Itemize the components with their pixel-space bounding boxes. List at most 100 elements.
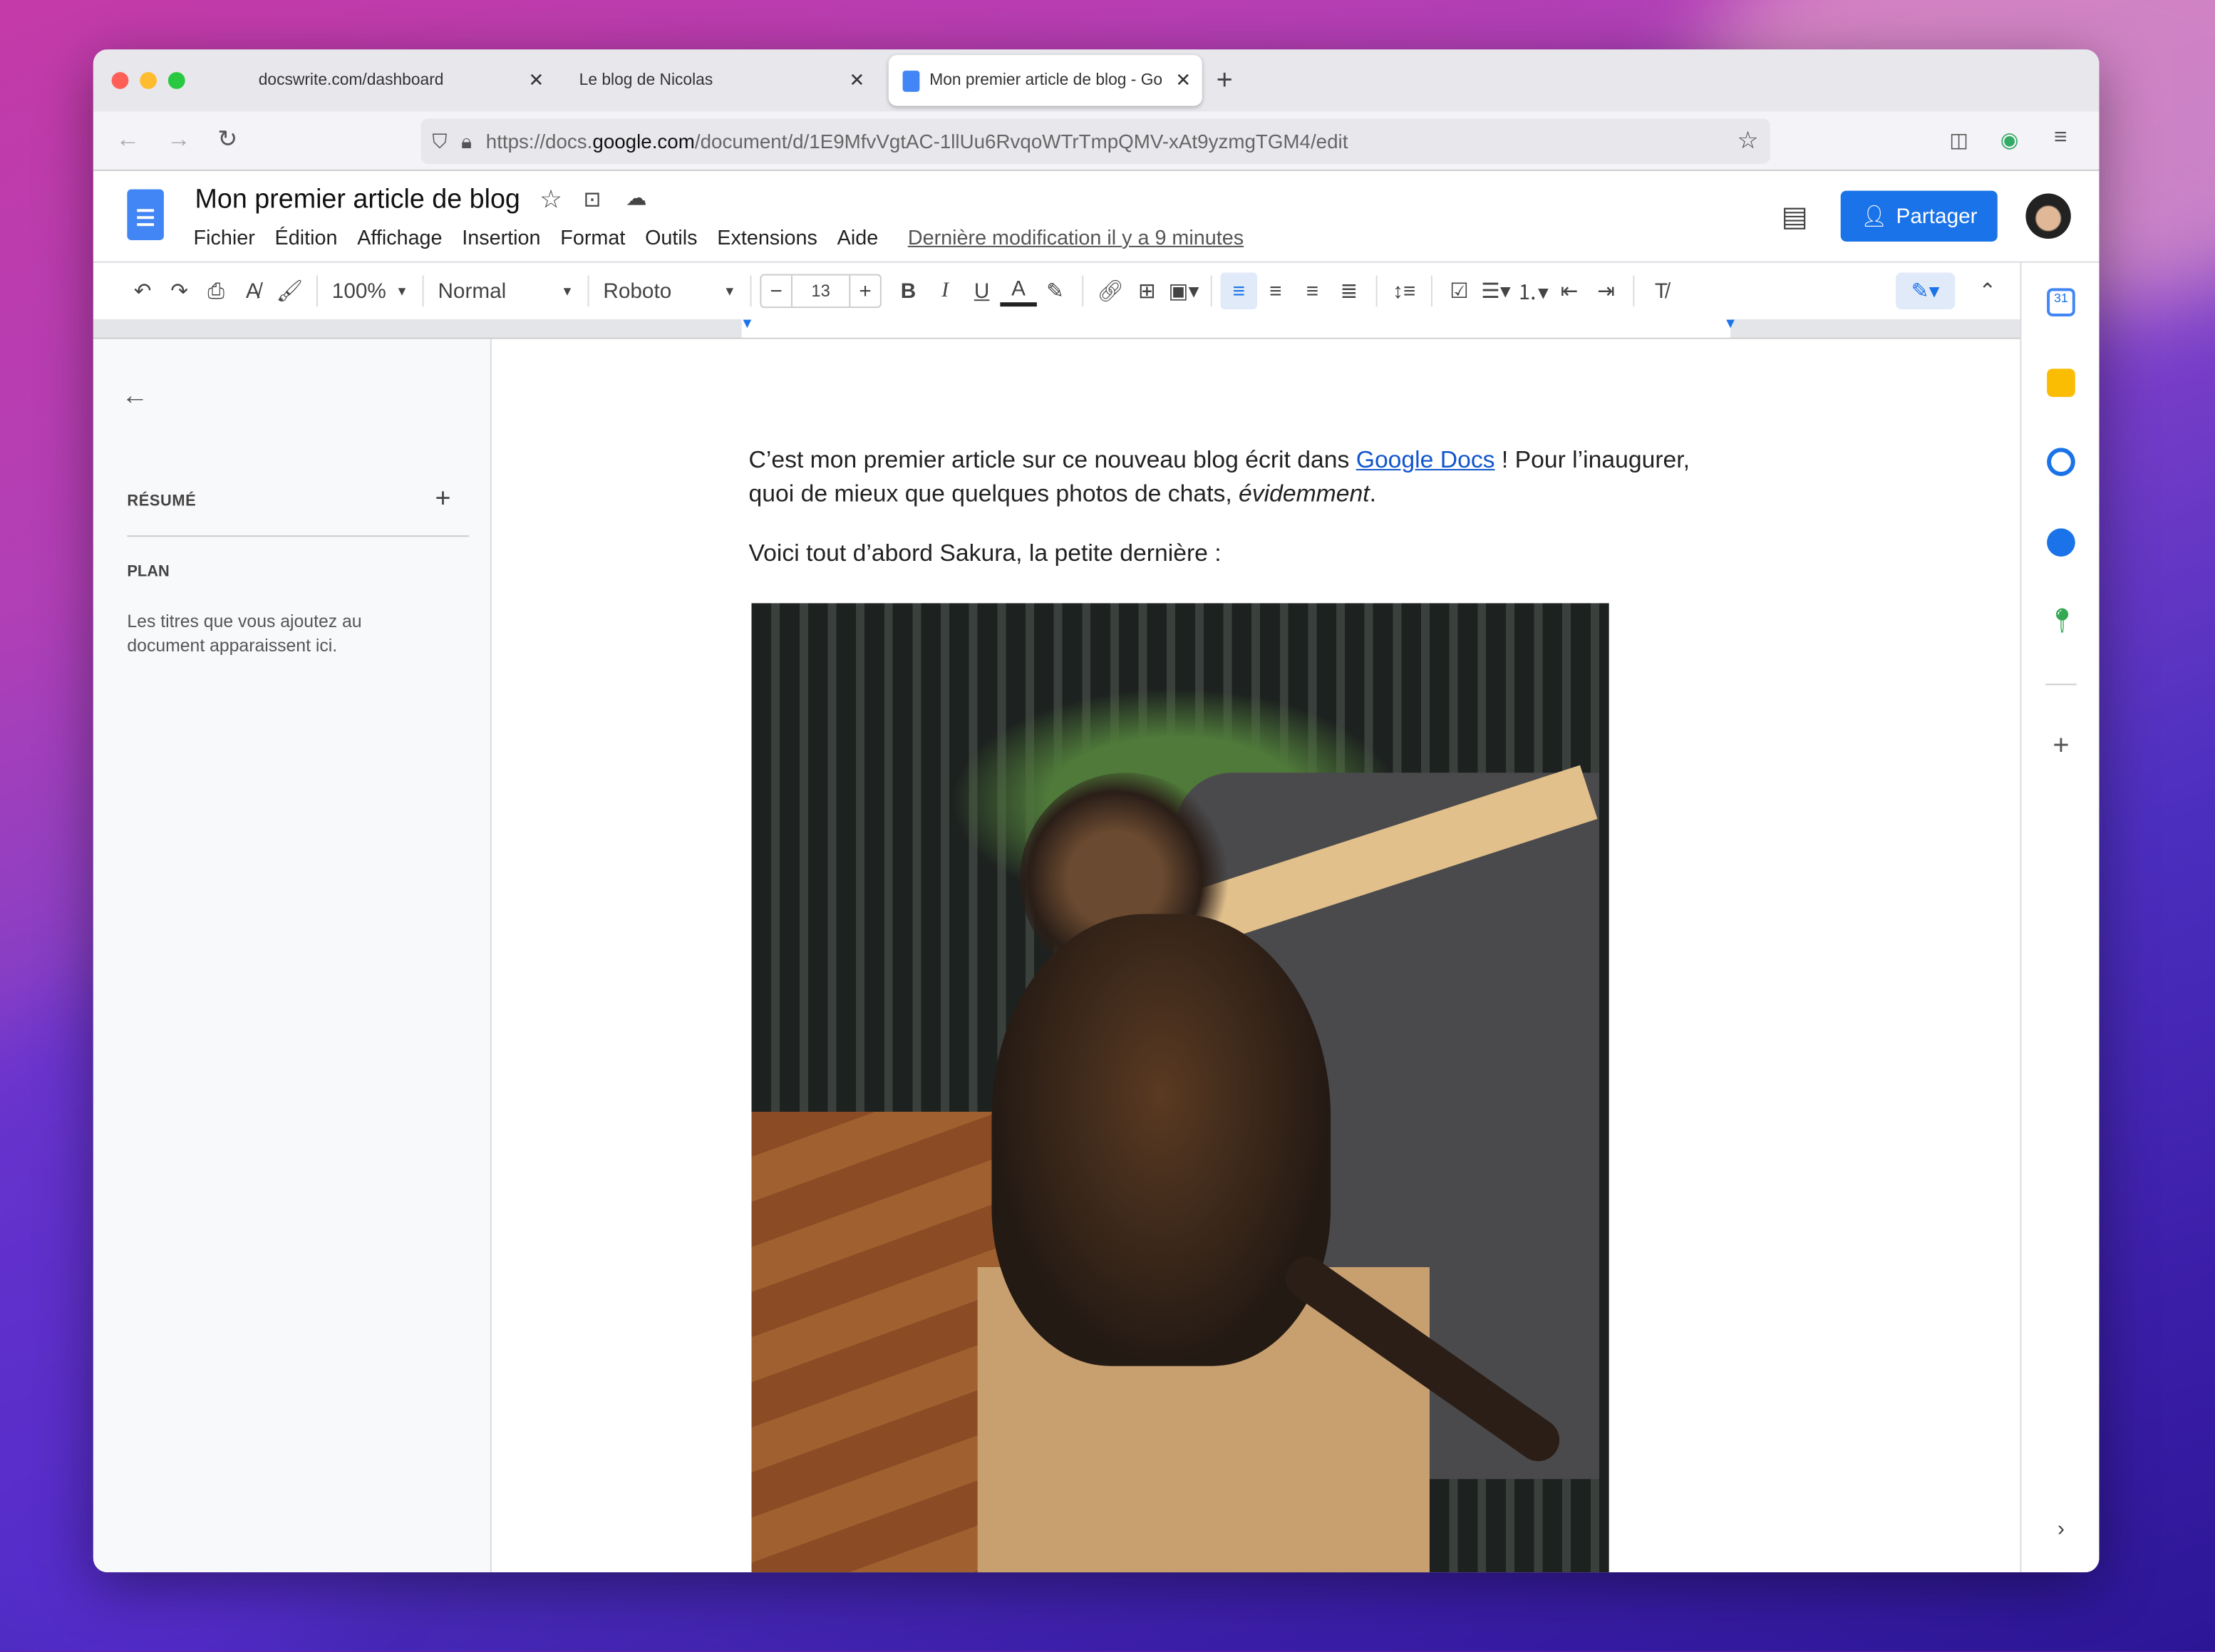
plan-hint: Les titres que vous ajoutez au document … <box>127 611 362 656</box>
docs-header: Mon premier article de blog ☆ ⊡ ☁ Fichie… <box>93 171 2100 263</box>
font-select[interactable]: Roboto ▼ <box>597 273 741 310</box>
cat-photo[interactable] <box>751 603 1609 1573</box>
right-indent-marker-icon[interactable]: ▼ <box>1723 316 1738 332</box>
numbered-list-icon[interactable]: ⒈▾ <box>1514 273 1551 310</box>
tasks-icon[interactable] <box>2047 448 2075 476</box>
tab-label: Le blog de Nicolas <box>579 72 713 89</box>
contacts-icon[interactable] <box>2047 528 2075 557</box>
style-select[interactable]: Normal ▼ <box>433 273 579 310</box>
clear-formatting-icon[interactable]: T̸ <box>1643 273 1680 310</box>
avatar[interactable] <box>2025 193 2071 239</box>
menu-extensions[interactable]: Extensions <box>717 227 817 250</box>
close-outline-icon[interactable]: ← <box>121 381 148 413</box>
plan-label: PLAN <box>127 563 170 581</box>
back-icon[interactable]: ← <box>116 125 140 154</box>
highlight-icon[interactable]: ✎ <box>1037 273 1074 310</box>
bulleted-list-icon[interactable]: ☰▾ <box>1477 273 1514 310</box>
comments-icon[interactable]: ▤ <box>1781 199 1807 234</box>
decrease-font-size-button[interactable]: − <box>761 275 792 307</box>
increase-indent-icon[interactable]: ⇥ <box>1588 273 1625 310</box>
google-docs-link[interactable]: Google Docs <box>1356 446 1495 473</box>
font-size-input[interactable]: 13 <box>792 276 849 307</box>
tab-blog-nicolas[interactable]: Le blog de Nicolas ✕ <box>562 55 876 105</box>
move-folder-icon[interactable]: ⊡ <box>584 187 601 212</box>
align-left-icon[interactable]: ≡ <box>1220 272 1258 310</box>
address-bar[interactable]: ⛉ 🔒︎ https://docs. google.com/document/d/… <box>420 118 1770 164</box>
insert-image-icon[interactable]: ▣▾ <box>1165 273 1202 310</box>
menu-insertion[interactable]: Insertion <box>462 227 540 250</box>
cloud-saved-icon[interactable]: ☁ <box>626 185 647 211</box>
italic-icon[interactable]: I <box>926 273 964 310</box>
checklist-icon[interactable]: ☑ <box>1441 273 1478 310</box>
forward-icon[interactable]: → <box>167 125 191 154</box>
decrease-indent-icon[interactable]: ⇤ <box>1551 273 1588 310</box>
menu-outils[interactable]: Outils <box>645 227 697 250</box>
zoom-window-button[interactable] <box>167 72 185 89</box>
paragraph-sakura[interactable]: Voici tout d’abord Sakura, la petite der… <box>749 537 1222 571</box>
menu-fichier[interactable]: Fichier <box>194 227 255 250</box>
navigation-bar: ← → ↻ ⛉ 🔒︎ https://docs. google.com/docum… <box>93 111 2100 171</box>
keep-icon[interactable] <box>2047 368 2075 397</box>
summary-label: RÉSUMÉ <box>127 492 197 510</box>
bold-icon[interactable]: B <box>890 273 927 310</box>
collapse-menus-icon[interactable]: ⌃ <box>1969 273 2006 310</box>
tab-docswrite[interactable]: docswrite.com/dashboard ✕ <box>242 55 555 105</box>
add-comment-icon[interactable]: ⊞ <box>1129 273 1166 310</box>
menu-icon[interactable]: ≡ <box>2054 125 2067 151</box>
add-summary-icon[interactable]: + <box>435 485 450 516</box>
close-tab-icon[interactable]: ✕ <box>529 69 544 92</box>
add-addon-icon[interactable]: + <box>2047 732 2075 762</box>
align-center-icon[interactable]: ≡ <box>1257 273 1294 310</box>
line-spacing-icon[interactable]: ↕≡ <box>1385 273 1423 310</box>
spellcheck-icon[interactable]: A̸ <box>234 273 272 310</box>
new-tab-button[interactable]: + <box>1217 55 1233 105</box>
menu-aide[interactable]: Aide <box>837 227 879 250</box>
dropdown-icon: ▼ <box>396 284 408 299</box>
zoom-select[interactable]: 100% ▼ <box>326 273 414 310</box>
minimize-window-button[interactable] <box>140 72 158 89</box>
text-color-icon[interactable]: A <box>1000 276 1037 307</box>
link-icon[interactable]: 🔗︎ <box>1092 273 1129 310</box>
close-window-button[interactable] <box>111 72 129 89</box>
close-tab-icon[interactable]: ✕ <box>849 69 864 92</box>
document-page[interactable]: C’est mon premier article sur ce nouveau… <box>492 339 2020 1573</box>
redo-icon[interactable]: ↷ <box>161 273 198 310</box>
left-indent-marker-icon[interactable]: ▼ <box>740 316 755 332</box>
close-tab-icon[interactable]: ✕ <box>1175 69 1191 92</box>
justify-icon[interactable]: ≣ <box>1331 273 1368 310</box>
align-right-icon[interactable]: ≡ <box>1294 273 1331 310</box>
tab-google-doc[interactable]: Mon premier article de blog - Go ✕ <box>888 55 1202 106</box>
increase-font-size-button[interactable]: + <box>849 275 880 307</box>
font-value: Roboto <box>603 279 672 304</box>
last-edit-link[interactable]: Dernière modification il y a 9 minutes <box>908 227 1244 250</box>
pocket-icon[interactable]: ◫ <box>1949 128 1968 153</box>
share-button[interactable]: 👤︎ Partager <box>1840 190 1998 242</box>
divider <box>587 275 589 307</box>
menu-edition[interactable]: Édition <box>275 227 338 250</box>
reload-icon[interactable]: ↻ <box>217 125 237 154</box>
star-icon[interactable]: ☆ <box>539 185 562 215</box>
menu-affichage[interactable]: Affichage <box>357 227 442 250</box>
bookmark-star-icon[interactable]: ☆ <box>1738 127 1759 155</box>
zoom-value: 100% <box>331 279 386 304</box>
expand-panel-icon[interactable]: › <box>2047 1517 2075 1546</box>
editing-mode-icon[interactable]: ✎▾ <box>1896 272 1956 310</box>
share-label: Partager <box>1896 204 1978 229</box>
maps-icon[interactable]: 📍︎ <box>2047 607 2077 636</box>
lock-icon: 🔒︎ <box>461 129 472 153</box>
docs-logo-icon[interactable] <box>127 189 164 240</box>
paragraph-intro[interactable]: C’est mon premier article sur ce nouveau… <box>749 443 1724 511</box>
document-title[interactable]: Mon premier article de blog <box>195 185 520 217</box>
url-prefix: https://docs. <box>485 130 593 153</box>
calendar-icon[interactable]: 31 <box>2047 288 2075 316</box>
divider <box>1210 275 1212 307</box>
underline-icon[interactable]: U <box>964 273 1001 310</box>
paint-format-icon[interactable]: 🖌︎ <box>272 273 309 310</box>
menu-format[interactable]: Format <box>560 227 625 250</box>
undo-icon[interactable]: ↶ <box>124 273 161 310</box>
print-icon[interactable]: ⎙ <box>197 273 234 310</box>
divider <box>750 275 752 307</box>
tab-label: docswrite.com/dashboard <box>258 72 444 89</box>
extension-icon[interactable]: ◉ <box>2000 127 2019 153</box>
ruler[interactable]: ▼ ▼ <box>93 316 2020 339</box>
